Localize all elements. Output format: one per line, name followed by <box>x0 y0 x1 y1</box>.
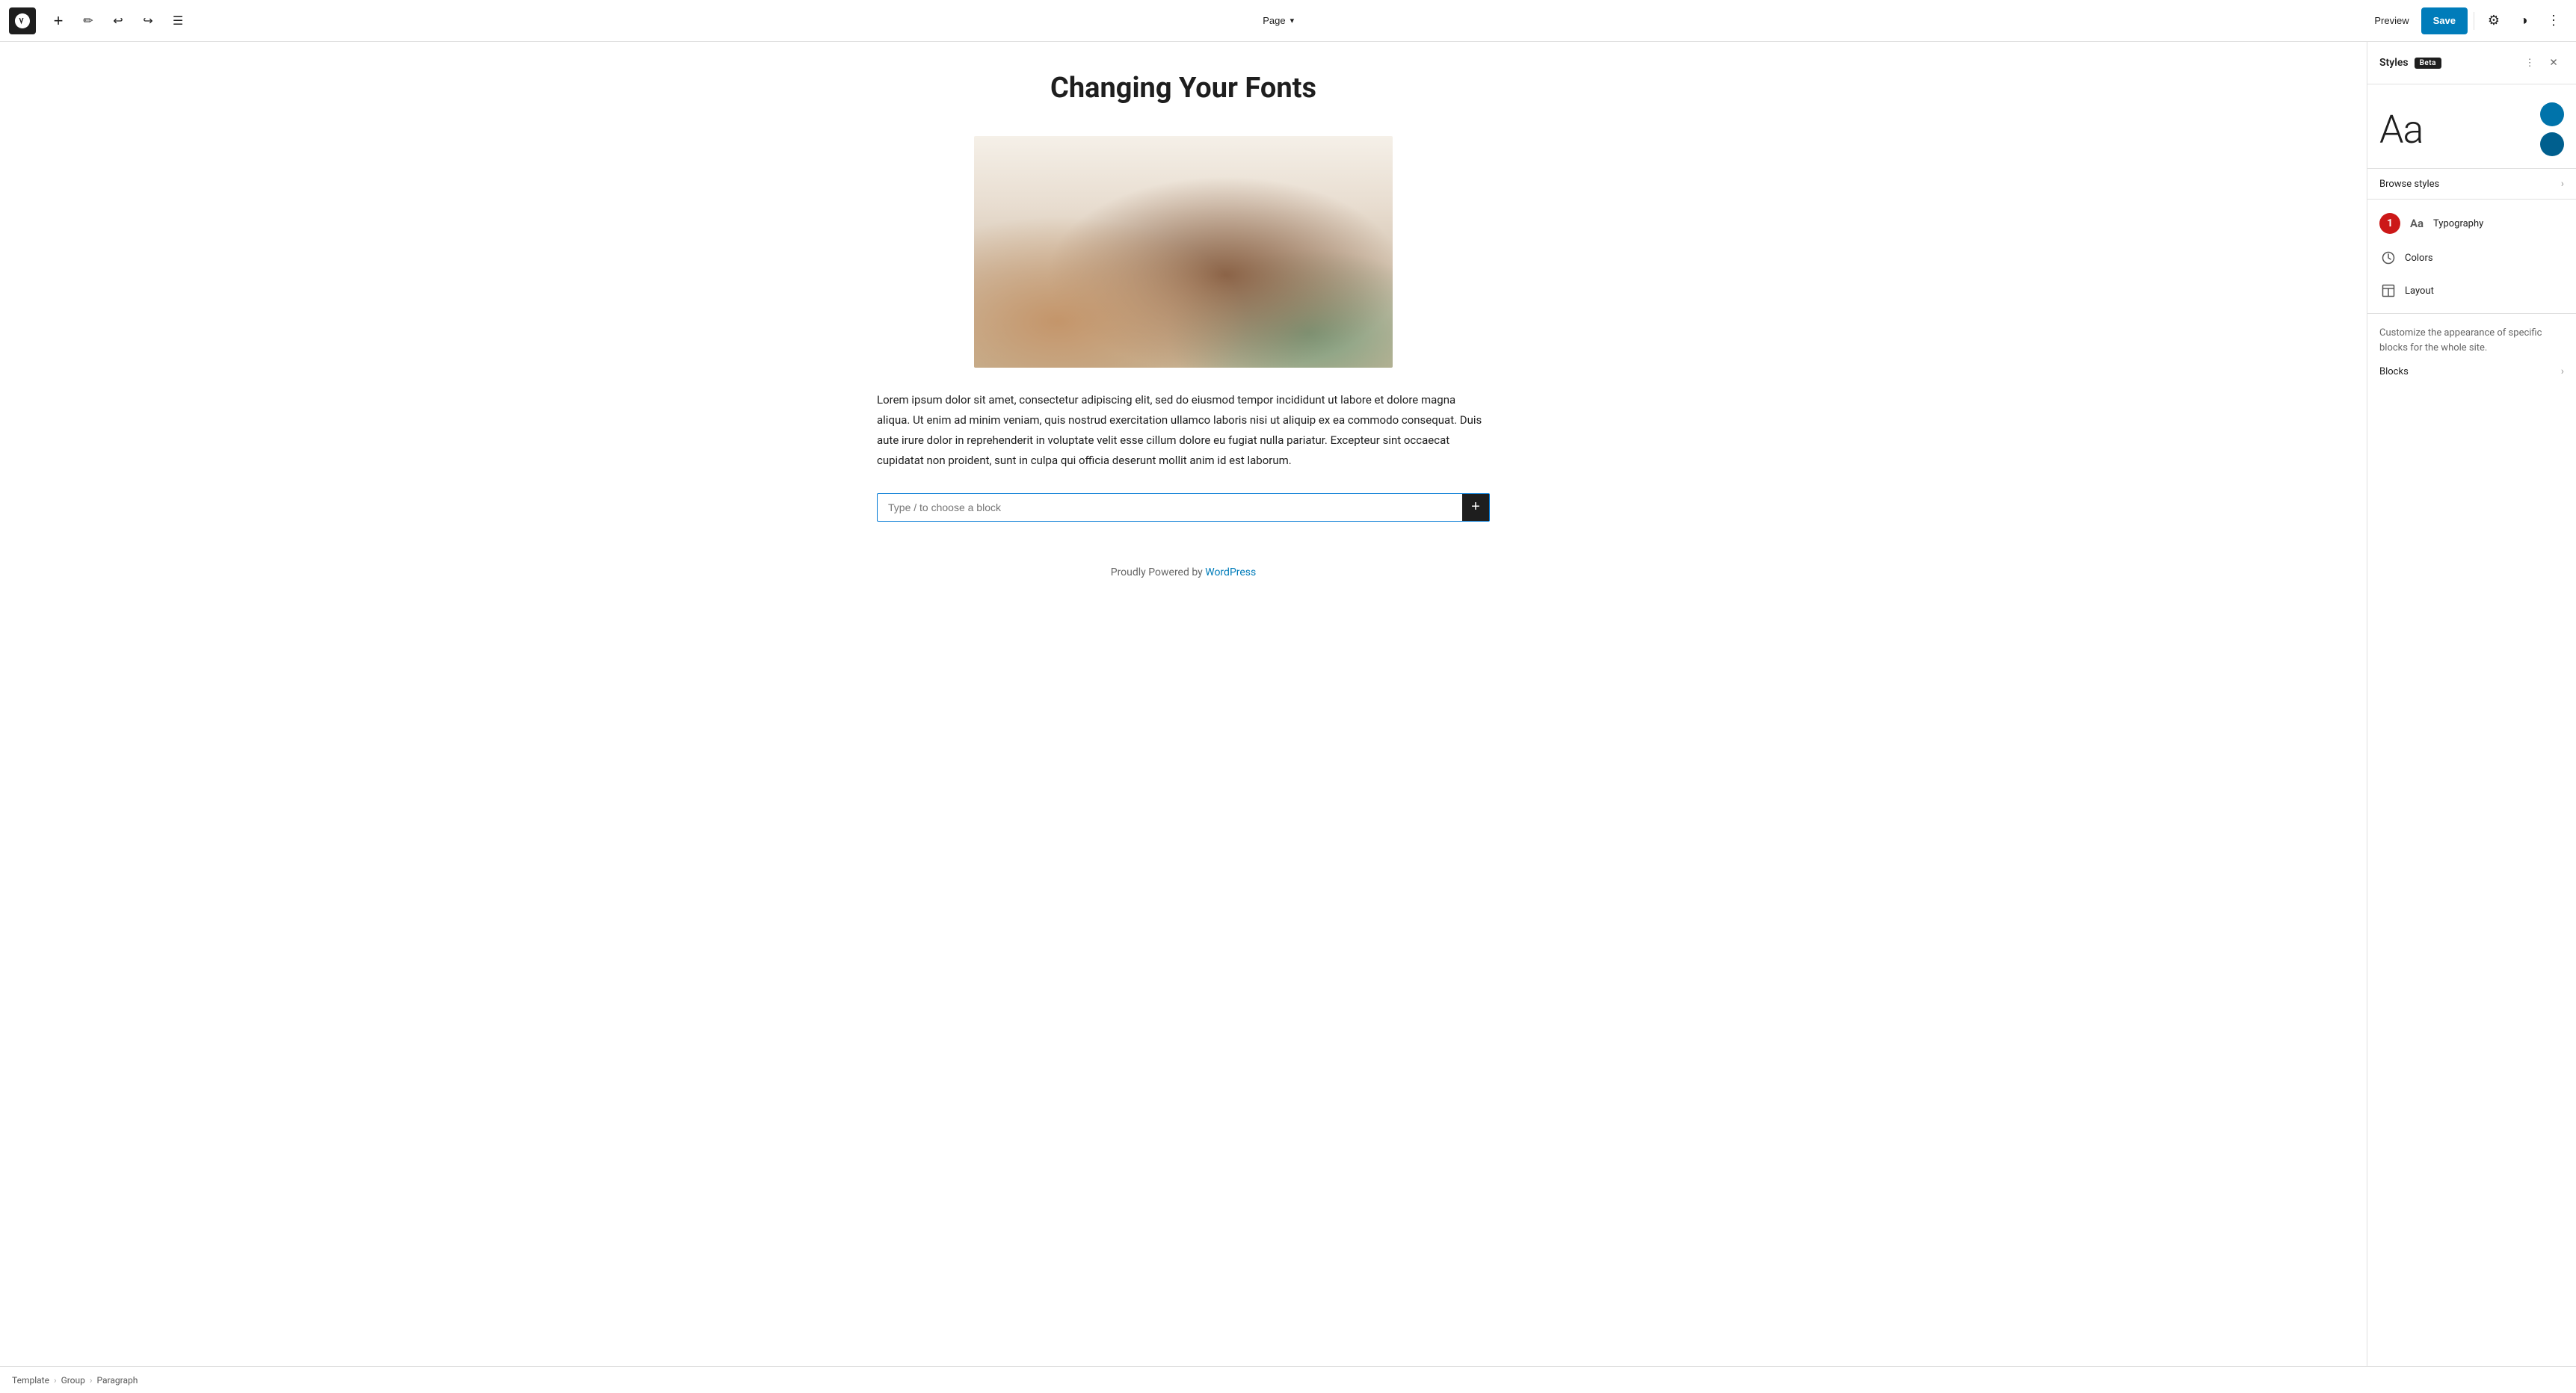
breadcrumb-item-group[interactable]: Group <box>61 1375 85 1386</box>
breadcrumb-item-template[interactable]: Template <box>12 1375 49 1386</box>
browse-styles-label: Browse styles <box>2379 179 2439 190</box>
colors-label: Colors <box>2405 253 2433 264</box>
styles-more-icon: ⋮ <box>2524 57 2534 69</box>
style-dot-primary <box>2540 102 2564 126</box>
browse-styles-chevron: › <box>2561 178 2564 190</box>
styles-panel: Styles Beta ⋮ ✕ Aa Browse styles <box>2367 42 2576 1366</box>
editor-content: Changing Your Fonts Lorem ipsum dolor si… <box>847 72 1520 552</box>
browse-styles-row[interactable]: Browse styles › <box>2367 169 2576 200</box>
settings-icon: ⚙ <box>2488 13 2500 28</box>
breadcrumb-bar: Template › Group › Paragraph <box>0 1366 2576 1393</box>
block-input-row: + <box>877 493 1490 522</box>
colors-icon <box>2379 249 2397 267</box>
beta-badge: Beta <box>2415 58 2441 69</box>
page-dropdown-button[interactable]: Page ▾ <box>1255 10 1301 31</box>
body-text[interactable]: Lorem ipsum dolor sit amet, consectetur … <box>877 390 1490 471</box>
featured-image-inner <box>974 136 1393 368</box>
more-options-icon: ⋮ <box>2547 13 2560 28</box>
settings-button[interactable]: ⚙ <box>2480 7 2507 34</box>
footer-pre-text: Proudly Powered by <box>1111 566 1206 578</box>
blocks-chevron: › <box>2561 365 2564 377</box>
plus-icon: + <box>54 11 64 31</box>
wordpress-icon <box>13 12 31 30</box>
styles-header-left: Styles Beta <box>2379 57 2441 69</box>
undo-icon: ↩ <box>113 13 123 28</box>
toolbar-center: Page ▾ <box>194 10 2362 31</box>
styles-header-right: ⋮ ✕ <box>2519 52 2564 73</box>
redo-icon: ↪ <box>143 13 152 28</box>
styles-more-button[interactable]: ⋮ <box>2519 52 2540 73</box>
undo-button[interactable]: ↩ <box>105 7 132 34</box>
style-preview-dots <box>2540 102 2564 156</box>
breadcrumb-item-paragraph[interactable]: Paragraph <box>97 1375 138 1386</box>
styles-panel-header: Styles Beta ⋮ ✕ <box>2367 42 2576 84</box>
block-add-button[interactable]: + <box>1462 494 1489 521</box>
add-block-button[interactable]: + <box>45 7 72 34</box>
blocks-row[interactable]: Blocks › <box>2367 358 2576 385</box>
style-dot-secondary <box>2540 132 2564 156</box>
style-preview: Aa <box>2367 84 2576 169</box>
description-text: Customize the appearance of specific blo… <box>2367 314 2576 358</box>
typography-row[interactable]: 1 Aa Typography <box>2367 206 2576 241</box>
toolbar: + ✏ ↩ ↪ ☰ Page ▾ Preview Save ⚙ ◑ ⋮ <box>0 0 2576 42</box>
style-preview-text: Aa <box>2379 107 2423 152</box>
save-button[interactable]: Save <box>2421 7 2468 34</box>
wp-logo <box>9 7 36 34</box>
more-options-button[interactable]: ⋮ <box>2540 7 2567 34</box>
toolbar-right: Preview Save ⚙ ◑ ⋮ <box>2365 7 2567 34</box>
block-input[interactable] <box>878 494 1462 521</box>
chevron-down-icon: ▾ <box>1290 16 1295 25</box>
list-view-icon: ☰ <box>173 13 183 28</box>
breadcrumb-sep-1: › <box>54 1375 57 1386</box>
layout-label: Layout <box>2405 285 2434 297</box>
layout-icon <box>2379 282 2397 300</box>
breadcrumb-sep-2: › <box>90 1375 93 1386</box>
typography-icon: Aa <box>2408 214 2426 232</box>
styles-panel-title: Styles <box>2379 57 2409 69</box>
styles-close-button[interactable]: ✕ <box>2543 52 2564 73</box>
footer-link[interactable]: WordPress <box>1205 566 1256 578</box>
number-badge: 1 <box>2379 213 2400 234</box>
theme-toggle-icon: ◑ <box>2520 13 2528 28</box>
page-title: Changing Your Fonts <box>877 72 1490 106</box>
pencil-icon: ✏ <box>83 13 93 28</box>
redo-button[interactable]: ↪ <box>135 7 161 34</box>
layout-row[interactable]: Layout <box>2367 274 2576 307</box>
main-area: Changing Your Fonts Lorem ipsum dolor si… <box>0 42 2576 1366</box>
blocks-label: Blocks <box>2379 366 2409 377</box>
styles-close-icon: ✕ <box>2549 57 2557 69</box>
editor-area: Changing Your Fonts Lorem ipsum dolor si… <box>0 42 2367 1366</box>
theme-toggle-button[interactable]: ◑ <box>2510 7 2537 34</box>
colors-row[interactable]: Colors <box>2367 241 2576 274</box>
typography-label: Typography <box>2433 218 2483 229</box>
page-dropdown-label: Page <box>1263 15 1285 26</box>
featured-image <box>974 136 1393 368</box>
footer: Proudly Powered by WordPress <box>1111 566 1257 578</box>
tools-button[interactable]: ✏ <box>75 7 102 34</box>
style-options: 1 Aa Typography Colors <box>2367 200 2576 313</box>
block-add-icon: + <box>1471 498 1480 516</box>
list-view-button[interactable]: ☰ <box>164 7 191 34</box>
preview-button[interactable]: Preview <box>2365 10 2418 31</box>
